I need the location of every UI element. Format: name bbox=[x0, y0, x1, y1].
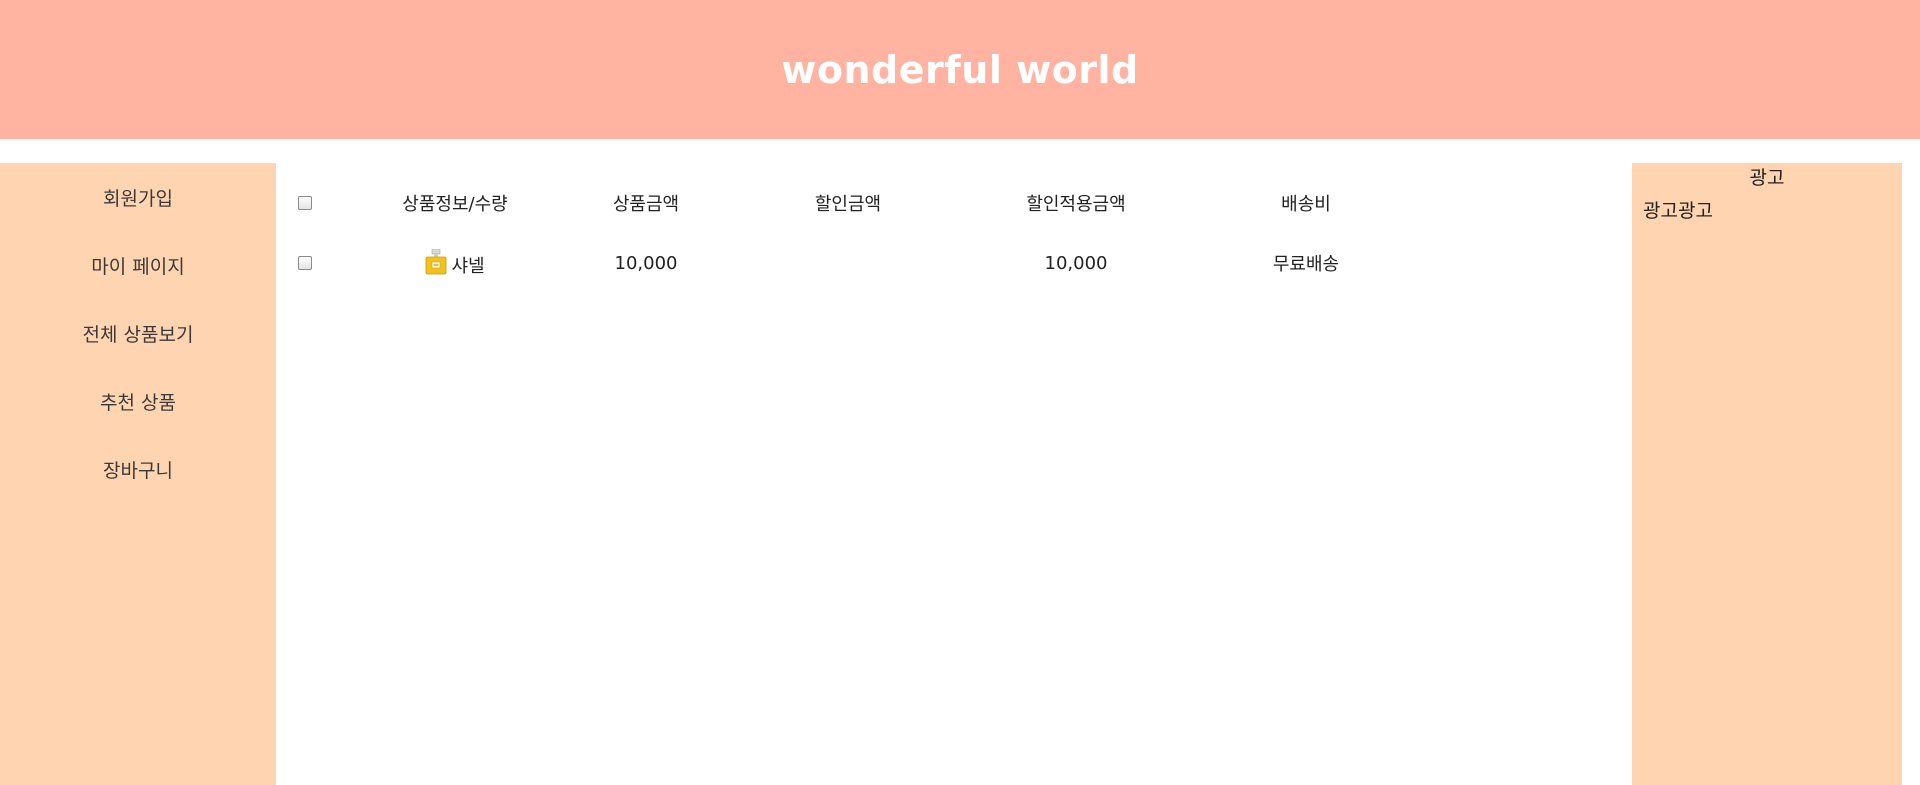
row-price: 10,000 bbox=[614, 252, 678, 274]
cart-table: 상품정보/수량 상품금액 할인금액 할인적용금액 배송비 샤넬 10,000 1… bbox=[276, 163, 1632, 785]
perfume-bottle-icon[interactable] bbox=[425, 249, 447, 275]
header-shipping: 배송비 bbox=[1281, 194, 1331, 215]
header-price: 상품금액 bbox=[612, 194, 680, 215]
sidebar-item-all-products[interactable]: 전체 상품보기 bbox=[0, 313, 276, 353]
row-discounted-price: 10,000 bbox=[1044, 252, 1108, 274]
header-product-info: 상품정보/수량 bbox=[402, 194, 508, 215]
ad-content[interactable]: 광고광고 bbox=[1643, 196, 1713, 223]
row-select-cell bbox=[276, 248, 334, 278]
sidebar-item-recommended[interactable]: 추천 상품 bbox=[0, 381, 276, 421]
row-shipping: 무료배송 bbox=[1272, 254, 1340, 275]
header-discount: 할인금액 bbox=[814, 194, 882, 215]
row-product-info: 샤넬 bbox=[356, 249, 554, 280]
ad-panel: 광고 광고광고 bbox=[1632, 163, 1902, 785]
site-title: wonderful world bbox=[781, 47, 1139, 92]
row-discount bbox=[738, 248, 958, 278]
product-name[interactable]: 샤넬 bbox=[451, 252, 484, 278]
select-all-cell bbox=[276, 188, 334, 218]
select-all-checkbox[interactable] bbox=[298, 196, 312, 210]
ad-title: 광고 bbox=[1749, 166, 1785, 189]
sidebar-item-signup[interactable]: 회원가입 bbox=[0, 177, 276, 217]
sidebar-item-my-page[interactable]: 마이 페이지 bbox=[0, 245, 276, 285]
sidebar-item-cart[interactable]: 장바구니 bbox=[0, 449, 276, 489]
sidebar-nav: 회원가입 마이 페이지 전체 상품보기 추천 상품 장바구니 bbox=[0, 163, 276, 785]
row-select-checkbox[interactable] bbox=[298, 256, 312, 270]
header-discounted-price: 할인적용금액 bbox=[1026, 194, 1126, 215]
site-header: wonderful world bbox=[0, 0, 1920, 139]
